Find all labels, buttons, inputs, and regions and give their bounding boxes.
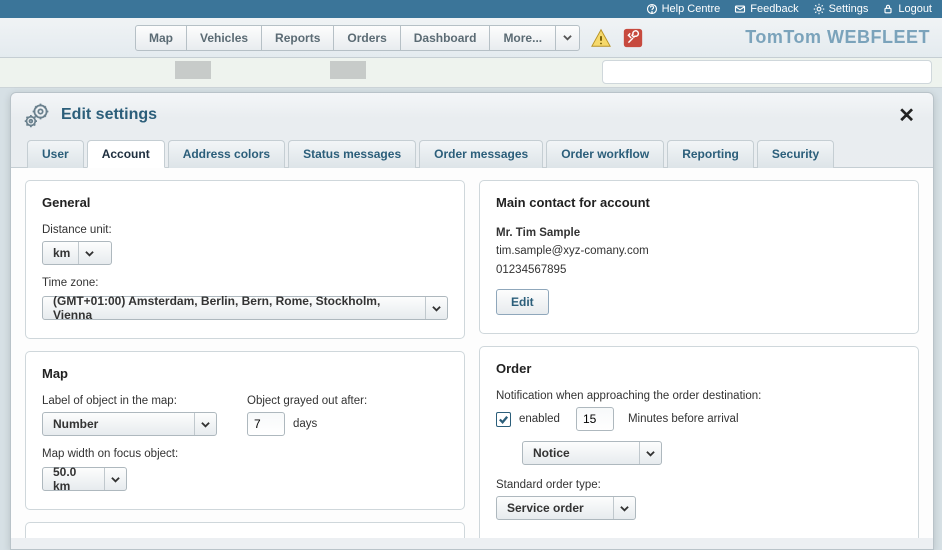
mail-icon [734, 3, 746, 15]
tab-security[interactable]: Security [757, 140, 834, 168]
std-order-type-label: Standard order type: [496, 479, 902, 491]
label-object-select[interactable]: Number [42, 412, 217, 436]
notification-level-value: Notice [533, 446, 570, 460]
nav-dashboard[interactable]: Dashboard [400, 25, 491, 51]
nav-map[interactable]: Map [135, 25, 187, 51]
grayed-out-label: Object grayed out after: [247, 395, 367, 407]
distance-unit-label: Distance unit: [42, 224, 448, 236]
logout-label: Logout [898, 3, 932, 15]
background-map-strip [0, 58, 942, 88]
settings-tabs: User Account Address colors Status messa… [11, 139, 933, 168]
distance-unit-select[interactable]: km [42, 241, 112, 265]
right-column: Main contact for account Mr. Tim Sample … [479, 180, 919, 526]
dialog-gear-icon [23, 101, 51, 129]
order-panel: Order Notification when approaching the … [479, 346, 919, 538]
notification-label: Notification when approaching the order … [496, 390, 902, 402]
chevron-down-icon [563, 33, 572, 42]
dialog-title: Edit settings [61, 106, 157, 124]
main-navigation: Map Vehicles Reports Orders Dashboard Mo… [0, 18, 942, 58]
location-heading: Location [42, 537, 448, 538]
minutes-label: Minutes before arrival [628, 410, 739, 428]
dialog-body: General Distance unit: km Time zone: (GM… [11, 168, 933, 538]
logout-link[interactable]: Logout [882, 3, 932, 15]
close-button[interactable]: ✕ [892, 103, 921, 128]
minutes-input[interactable] [576, 407, 614, 431]
contact-email: tim.sample@xyz-comany.com [496, 242, 902, 260]
chevron-down-icon [111, 475, 120, 484]
top-utility-bar: Help Centre Feedback Settings Logout [0, 0, 942, 18]
nav-reports[interactable]: Reports [261, 25, 334, 51]
help-centre-label: Help Centre [662, 3, 721, 15]
map-width-select[interactable]: 50.0 km [42, 467, 127, 491]
left-column: General Distance unit: km Time zone: (GM… [25, 180, 465, 526]
timezone-value: (GMT+01:00) Amsterdam, Berlin, Bern, Rom… [53, 294, 417, 322]
general-panel: General Distance unit: km Time zone: (GM… [25, 180, 465, 339]
contact-phone: 01234567895 [496, 261, 902, 279]
label-object-value: Number [53, 417, 98, 431]
map-panel: Map Label of object in the map: Number O… [25, 351, 465, 510]
location-panel: Location [25, 522, 465, 538]
std-order-type-select[interactable]: Service order [496, 496, 636, 520]
map-width-value: 50.0 km [53, 465, 96, 493]
order-heading: Order [496, 361, 902, 376]
gear-icon [813, 3, 825, 15]
warning-icon[interactable] [590, 27, 612, 49]
settings-label: Settings [829, 3, 869, 15]
edit-contact-button[interactable]: Edit [496, 289, 549, 315]
feedback-link[interactable]: Feedback [734, 3, 798, 15]
timezone-label: Time zone: [42, 277, 448, 289]
allow-rejection-label: Allow rejection of an order by driver [519, 536, 699, 538]
main-contact-heading: Main contact for account [496, 195, 902, 210]
lock-icon [882, 3, 894, 15]
nav-orders[interactable]: Orders [333, 25, 400, 51]
feedback-label: Feedback [750, 3, 798, 15]
notification-level-select[interactable]: Notice [522, 441, 662, 465]
tab-order-messages[interactable]: Order messages [419, 140, 543, 168]
chevron-down-icon [85, 249, 94, 258]
check-icon [498, 414, 509, 425]
brand-text: TomTom WEBFLEET [745, 27, 930, 48]
map-width-label: Map width on focus object: [42, 448, 448, 460]
help-centre-link[interactable]: Help Centre [646, 3, 721, 15]
grayed-out-input[interactable] [247, 412, 285, 436]
chevron-down-icon [646, 449, 655, 458]
map-heading: Map [42, 366, 448, 381]
grayed-out-unit: days [293, 415, 317, 433]
main-contact-panel: Main contact for account Mr. Tim Sample … [479, 180, 919, 334]
nav-more-dropdown[interactable] [555, 25, 580, 51]
chevron-down-icon [620, 504, 629, 513]
tab-order-workflow[interactable]: Order workflow [546, 140, 664, 168]
settings-link[interactable]: Settings [813, 3, 869, 15]
label-object-label: Label of object in the map: [42, 395, 217, 407]
general-heading: General [42, 195, 448, 210]
enabled-label: enabled [519, 410, 560, 428]
nav-vehicles[interactable]: Vehicles [186, 25, 262, 51]
tools-icon[interactable] [622, 27, 644, 49]
tab-user[interactable]: User [27, 140, 84, 168]
chevron-down-icon [432, 304, 441, 313]
tab-account[interactable]: Account [87, 140, 165, 168]
enabled-checkbox[interactable] [496, 412, 511, 427]
help-icon [646, 3, 658, 15]
std-order-type-value: Service order [507, 501, 584, 515]
chevron-down-icon [201, 420, 210, 429]
dialog-header: Edit settings ✕ [11, 93, 933, 139]
distance-unit-value: km [53, 246, 70, 260]
timezone-select[interactable]: (GMT+01:00) Amsterdam, Berlin, Bern, Rom… [42, 296, 448, 320]
edit-settings-dialog: Edit settings ✕ User Account Address col… [10, 92, 934, 550]
tab-status-messages[interactable]: Status messages [288, 140, 416, 168]
tab-address-colors[interactable]: Address colors [168, 140, 285, 168]
tab-reporting[interactable]: Reporting [667, 140, 754, 168]
nav-more[interactable]: More... [489, 25, 556, 51]
contact-name: Mr. Tim Sample [496, 224, 902, 242]
